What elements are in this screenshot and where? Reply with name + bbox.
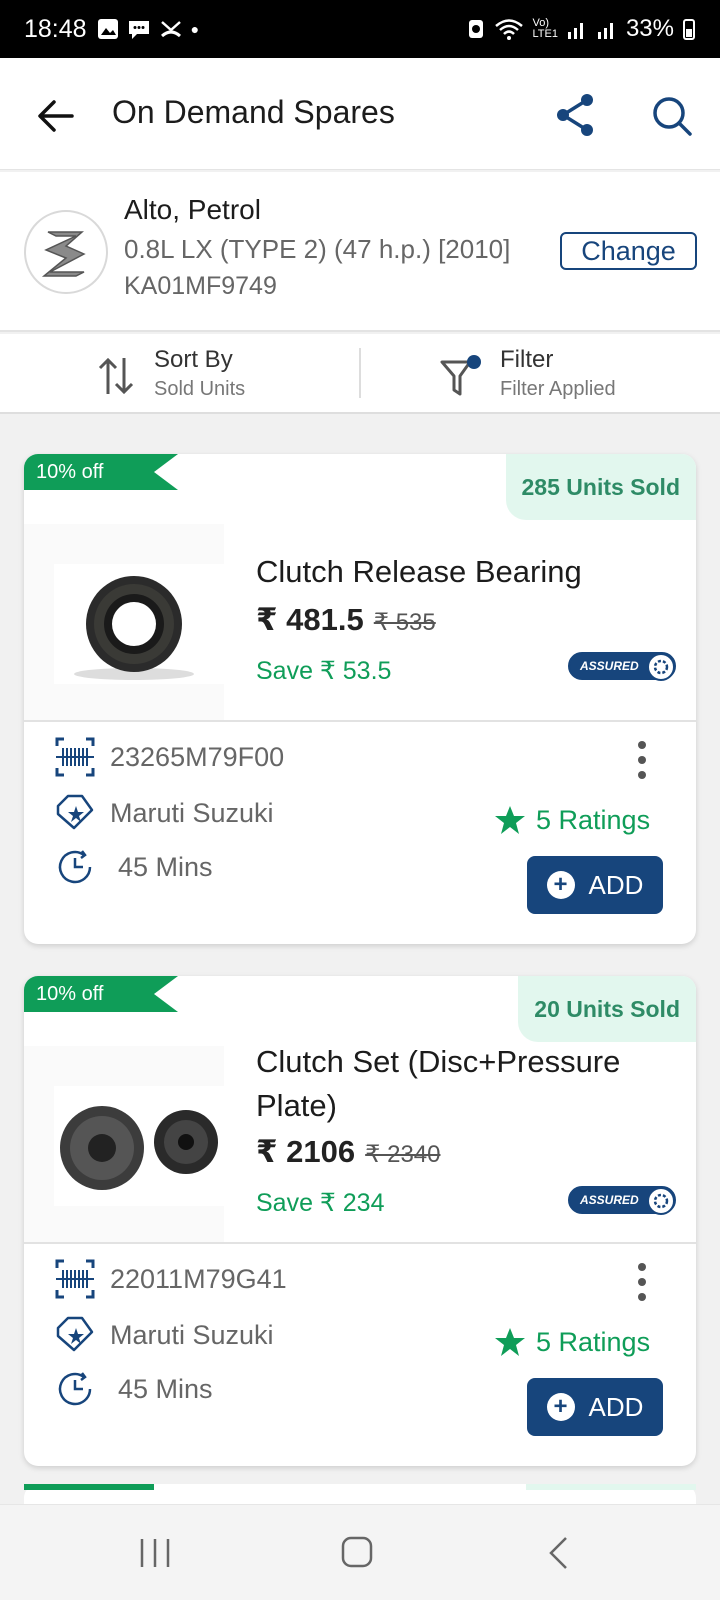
plus-icon: + [546, 871, 575, 899]
brand-tag-icon [56, 1316, 94, 1352]
plus-icon: + [546, 1393, 575, 1421]
part-number: 22011M79G41 [110, 1263, 287, 1294]
product-name[interactable]: Clutch Release Bearing [256, 550, 686, 594]
star-icon [495, 806, 525, 834]
sort-label: Sort By [154, 346, 233, 373]
notification-icons: ● [97, 18, 199, 40]
part-number-row: 23265M79F00 [54, 736, 284, 778]
brand-logo [24, 210, 108, 294]
ratings[interactable]: 5 Ratings [494, 804, 650, 836]
filter-label: Filter [500, 346, 554, 373]
add-label: ADD [588, 869, 644, 900]
discount-tag: 10% off [24, 976, 178, 1012]
clutch-set-image [54, 1086, 224, 1206]
assured-badge: ASSURED [568, 1186, 676, 1215]
clock: 18:48 [24, 14, 87, 43]
product-mrp: ₹ 2340 [365, 1141, 441, 1168]
gear-icon [647, 653, 675, 681]
product-image-area [24, 524, 224, 720]
clock-icon [58, 1372, 92, 1406]
product-savings: Save ₹ 234 [256, 1189, 385, 1217]
units-sold-badge: 20 Units Sold [518, 976, 696, 1042]
alarm-icon [469, 20, 484, 38]
gear-icon [647, 1187, 675, 1215]
brand-name: Maruti Suzuki [110, 797, 274, 828]
product-name[interactable]: Clutch Set (Disc+Pressure Plate) [256, 1040, 686, 1128]
ratings-count: 5 Ratings [536, 1326, 651, 1357]
product-price: ₹ 481.5 ₹ 535 [256, 602, 436, 637]
divider [359, 348, 361, 398]
card-divider [24, 720, 696, 722]
sort-filter-bar: Sort By Sold Units Filter Filter Applied [0, 334, 720, 414]
volte-icon: Vo) LTE1 [532, 17, 558, 40]
product-card[interactable]: 10% off 20 Units Sold Clutch Set (Disc+P… [24, 976, 696, 1466]
missed-call-icon [160, 21, 181, 38]
battery-icon [683, 19, 695, 40]
sort-value: Sold Units [154, 378, 246, 400]
brand-name: Maruti Suzuki [110, 1319, 274, 1350]
add-label: ADD [588, 1391, 644, 1422]
clock-icon [58, 850, 92, 884]
add-to-cart-button[interactable]: + ADD [527, 1378, 663, 1436]
discount-tag: 10% off [24, 454, 178, 490]
back-arrow-icon[interactable] [36, 96, 76, 136]
vehicle-info: Alto, Petrol 0.8L LX (TYPE 2) (47 h.p.) … [0, 172, 720, 332]
product-price: ₹ 2106 ₹ 2340 [256, 1134, 441, 1169]
home-icon[interactable] [340, 1535, 374, 1569]
registration-number: KA01MF9749 [124, 272, 277, 300]
product-card[interactable]: 10% off 285 Units Sold Clutch Release Be… [24, 454, 696, 944]
more-options-icon[interactable] [632, 1262, 652, 1302]
barcode-icon [55, 1259, 95, 1299]
sort-button[interactable]: Sort By Sold Units [96, 346, 316, 404]
share-icon[interactable] [554, 92, 596, 138]
add-to-cart-button[interactable]: + ADD [527, 856, 663, 914]
delivery-time: 45 Mins [118, 851, 213, 882]
vehicle-name: Alto, Petrol [124, 194, 261, 225]
brand-row: Maruti Suzuki [54, 1314, 274, 1356]
card-divider [24, 1242, 696, 1244]
brand-tag-icon [56, 794, 94, 830]
search-icon[interactable] [650, 94, 694, 138]
chat-icon [128, 21, 149, 39]
part-number: 23265M79F00 [110, 741, 285, 772]
product-mrp: ₹ 535 [373, 609, 436, 636]
recent-apps-icon[interactable] [138, 1537, 172, 1569]
filter-button[interactable]: Filter Filter Applied [440, 346, 680, 404]
assured-badge: ASSURED [568, 652, 676, 681]
system-nav-bar [0, 1504, 720, 1600]
part-number-row: 22011M79G41 [54, 1258, 287, 1300]
star-icon [495, 1328, 525, 1356]
units-sold-badge: 285 Units Sold [505, 454, 696, 520]
suzuki-logo-icon [41, 231, 86, 277]
page-title: On Demand Spares [112, 94, 395, 130]
units-sold-peek [526, 1484, 696, 1490]
battery-level: 33% [625, 15, 674, 42]
wifi-icon [495, 19, 524, 40]
status-bar: 18:48 ● Vo) LTE1 33% [0, 0, 720, 58]
discount-tag-peek [24, 1484, 154, 1490]
change-vehicle-button[interactable]: Change [560, 232, 697, 270]
filter-icon [440, 355, 481, 396]
app-bar: On Demand Spares [0, 58, 720, 170]
product-image-area [24, 1046, 224, 1242]
eta-row: 45 Mins [54, 1368, 213, 1410]
ratings[interactable]: 5 Ratings [494, 1326, 650, 1358]
filter-value: Filter Applied [500, 378, 616, 400]
signal-icon [567, 23, 583, 39]
product-savings: Save ₹ 53.5 [256, 657, 392, 685]
delivery-time: 45 Mins [118, 1373, 213, 1404]
eta-row: 45 Mins [54, 846, 213, 888]
brand-row: Maruti Suzuki [54, 792, 274, 834]
system-icons: Vo) LTE1 33% [466, 15, 696, 43]
sort-icon [98, 357, 134, 395]
more-options-icon[interactable] [632, 740, 652, 780]
ratings-count: 5 Ratings [536, 804, 651, 835]
signal-icon-2 [597, 23, 613, 39]
gallery-icon [97, 19, 118, 39]
back-nav-icon[interactable] [546, 1535, 570, 1571]
next-product-card-peek [24, 1484, 696, 1504]
bearing-image [54, 564, 224, 684]
barcode-icon [55, 737, 95, 777]
vehicle-variant: 0.8L LX (TYPE 2) (47 h.p.) [2010] [124, 234, 511, 264]
